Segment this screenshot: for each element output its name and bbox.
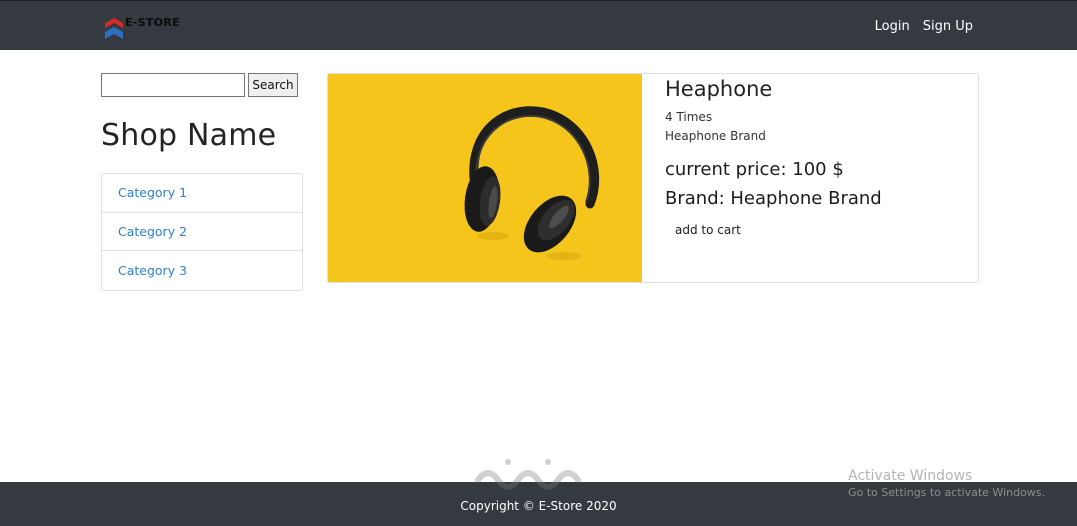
product-times: 4 Times <box>665 110 713 124</box>
page: E-STORE Login Sign Up Search Shop Name C… <box>0 0 1077 526</box>
search-button[interactable]: Search <box>248 73 298 97</box>
category-3-link[interactable]: Category 3 <box>118 263 187 278</box>
product-image[interactable] <box>328 74 642 282</box>
activate-title: Activate Windows <box>848 468 973 484</box>
top-navbar: E-STORE Login Sign Up <box>0 0 1077 50</box>
watermark-logo-icon <box>475 459 581 490</box>
shop-name-heading: Shop Name <box>101 118 277 153</box>
headphones-icon <box>328 74 642 282</box>
login-link[interactable]: Login <box>875 19 910 34</box>
product-title: Heaphone <box>665 77 773 101</box>
product-card: Heaphone 4 Times Heaphone Brand current … <box>327 73 979 283</box>
category-list: Category 1 Category 2 Category 3 <box>101 173 303 291</box>
category-item[interactable]: Category 3 <box>102 251 302 290</box>
category-item[interactable]: Category 1 <box>102 174 302 213</box>
product-brand-small: Heaphone Brand <box>665 129 766 143</box>
category-1-link[interactable]: Category 1 <box>118 185 187 200</box>
product-price: current price: 100 $ <box>665 159 844 180</box>
activate-subtitle: Go to Settings to activate Windows. <box>848 486 1046 499</box>
activate-windows-watermark: Activate Windows Go to Settings to activ… <box>848 468 1045 499</box>
brand-name: E-STORE <box>125 16 180 29</box>
brand[interactable]: E-STORE <box>104 15 180 41</box>
add-to-cart-button[interactable]: add to cart <box>675 223 741 237</box>
nav-links: Login Sign Up <box>875 19 973 34</box>
category-2-link[interactable]: Category 2 <box>118 224 187 239</box>
estore-logo-icon <box>105 18 123 39</box>
search-input[interactable] <box>101 73 245 97</box>
product-brand: Brand: Heaphone Brand <box>665 188 882 209</box>
category-item[interactable]: Category 2 <box>102 213 302 252</box>
signup-link[interactable]: Sign Up <box>923 19 973 34</box>
